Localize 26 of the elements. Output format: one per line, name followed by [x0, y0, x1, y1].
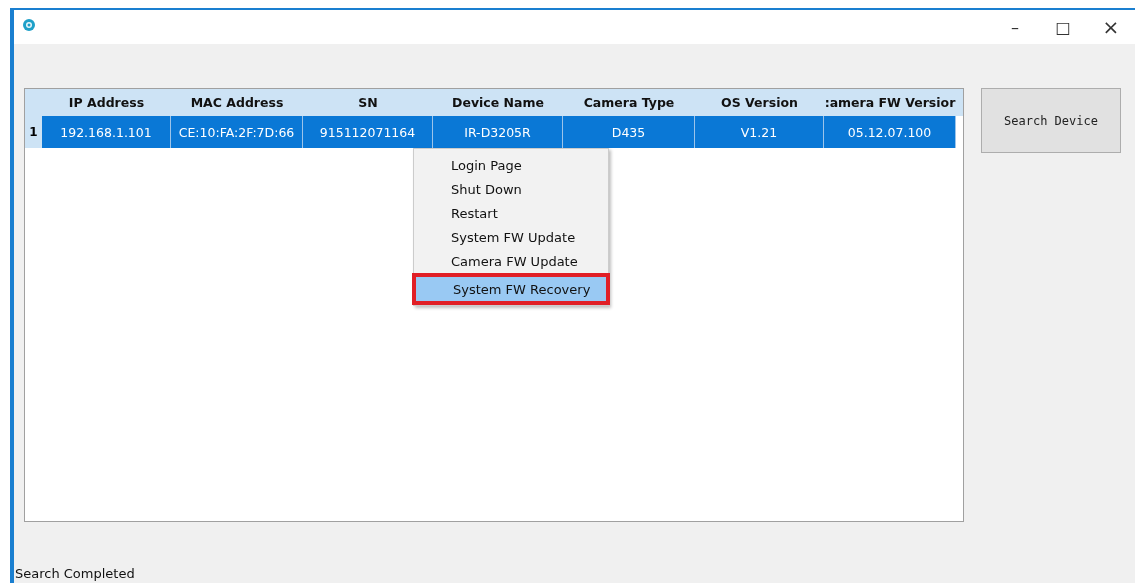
menu-item[interactable]: Restart [414, 201, 608, 225]
table-cell[interactable]: V1.21 [695, 116, 824, 148]
app-logo-icon [22, 18, 36, 32]
table-cell[interactable]: 05.12.07.100 [824, 116, 956, 148]
column-header[interactable]: SN [303, 89, 433, 116]
status-text: Search Completed [14, 566, 136, 583]
column-header[interactable]: Camera Type [563, 89, 695, 116]
table-cell[interactable]: D435 [563, 116, 695, 148]
menu-item[interactable]: Shut Down [414, 177, 608, 201]
menu-item[interactable]: Login Page [414, 153, 608, 177]
column-header[interactable]: IP Address [42, 89, 171, 116]
table-cell[interactable]: CE:10:FA:2F:7D:66 [171, 116, 303, 148]
search-device-button[interactable]: Search Device [981, 88, 1121, 153]
column-header[interactable]: OS Version [695, 89, 824, 116]
column-header[interactable]: :amera FW Versior [824, 89, 956, 116]
column-header[interactable]: Device Name [433, 89, 563, 116]
maximize-button[interactable]: □ [1039, 12, 1087, 42]
table-cell[interactable]: IR-D3205R [433, 116, 563, 148]
minimize-button[interactable]: – [991, 12, 1039, 42]
row-header: 1 [25, 116, 42, 148]
close-button[interactable]: × [1087, 12, 1135, 42]
menu-item[interactable]: System FW Update [414, 225, 608, 249]
column-header[interactable]: MAC Address [171, 89, 303, 116]
table-cell[interactable]: 915112071164 [303, 116, 433, 148]
menu-item[interactable]: Camera FW Update [414, 249, 608, 273]
table-cell[interactable]: 192.168.1.101 [42, 116, 171, 148]
